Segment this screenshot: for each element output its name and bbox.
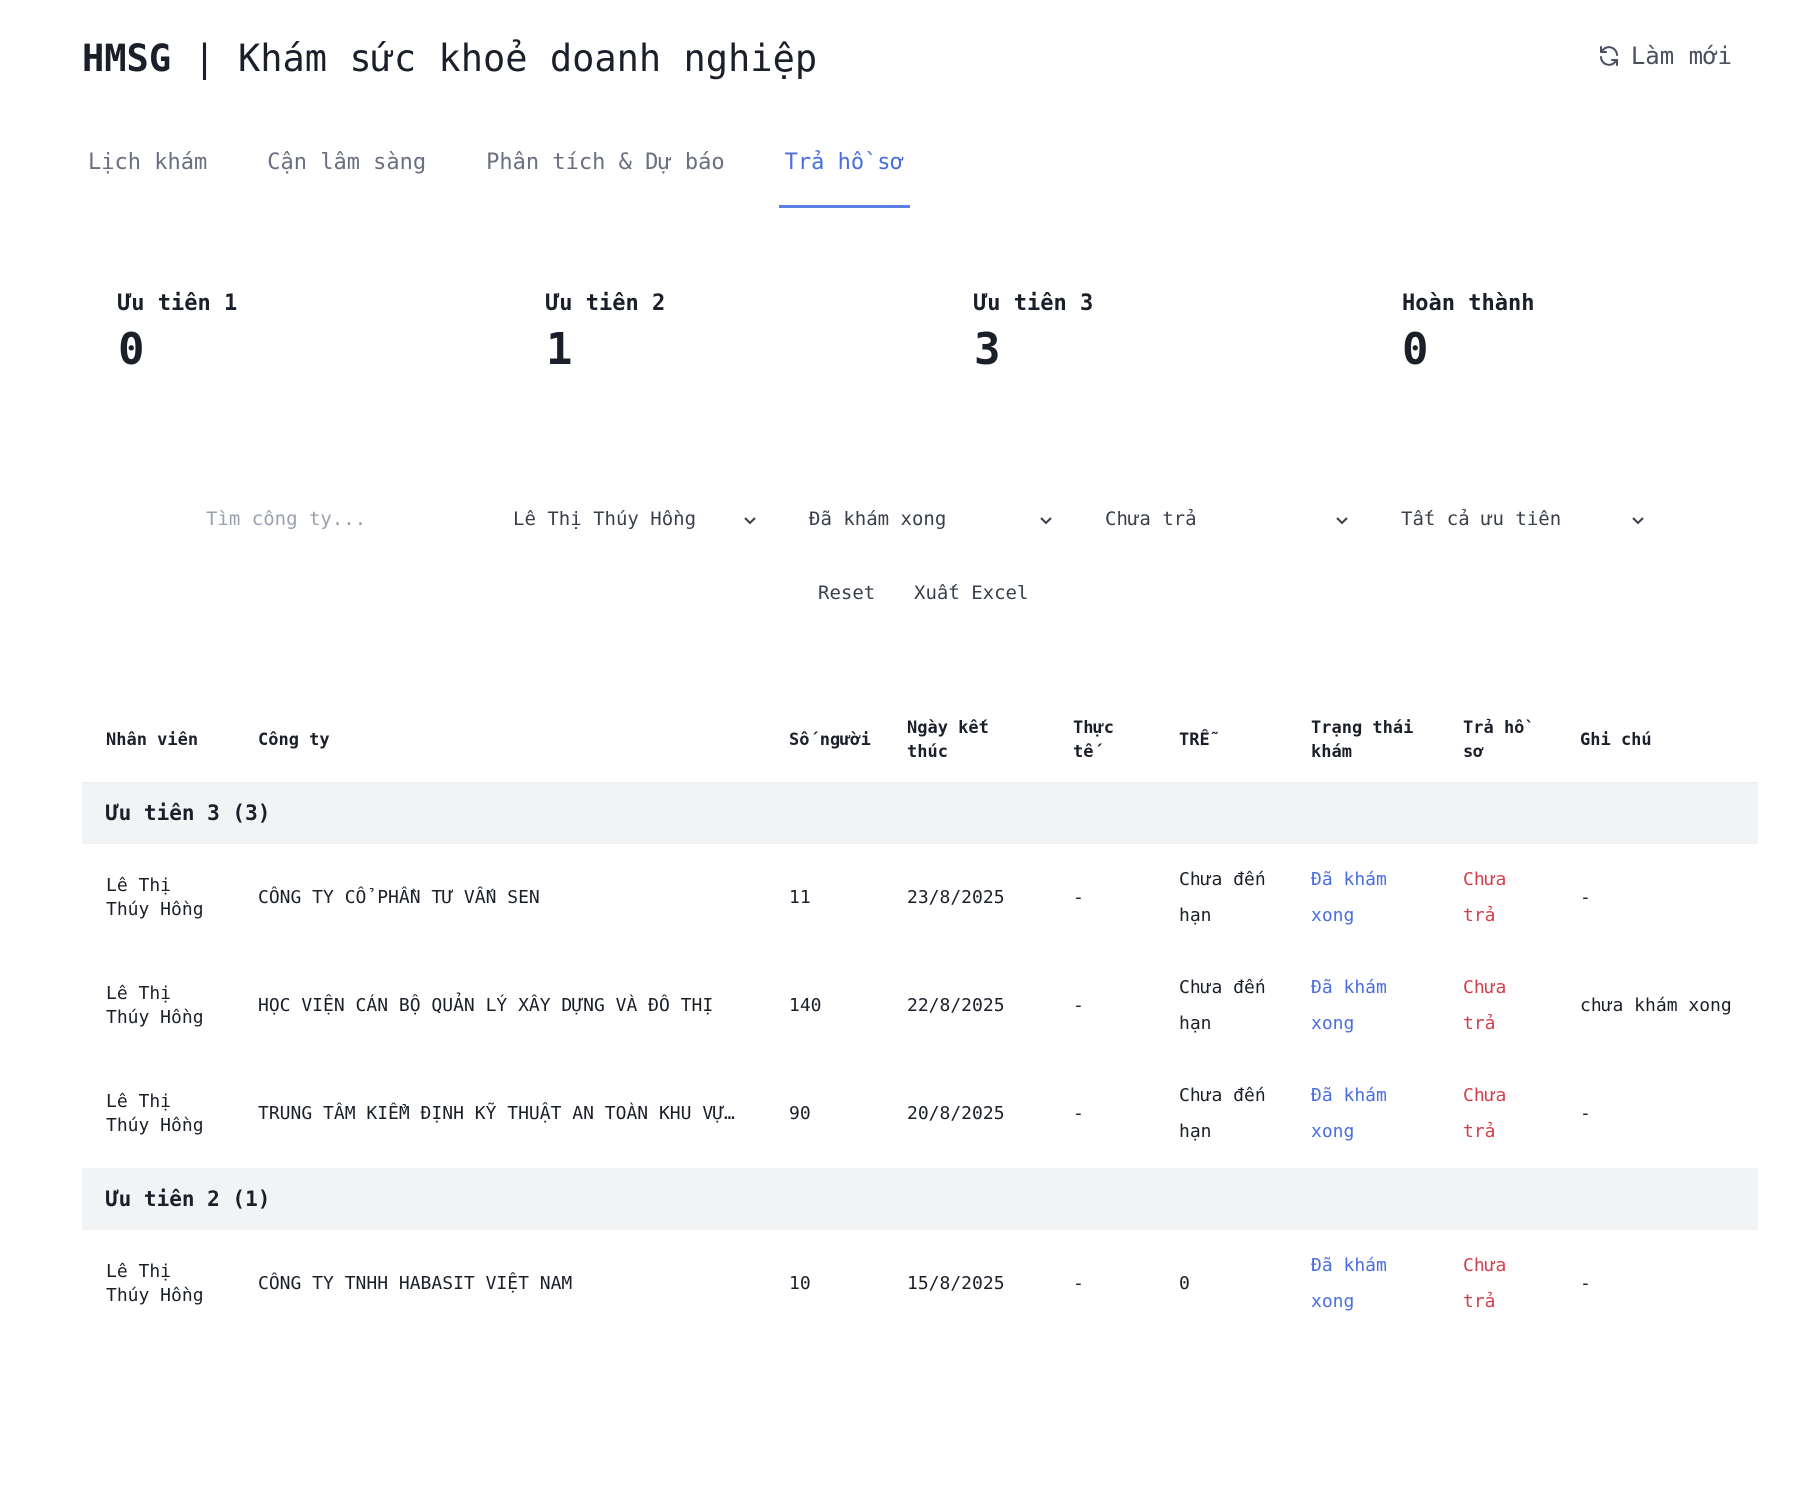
tab-can-lam-sang[interactable]: Cận lâm sàng	[261, 138, 432, 208]
stat-value: 3	[974, 324, 1001, 375]
col-header-people: Số người	[765, 698, 883, 783]
group-title: Ưu tiên 2 (1)	[82, 1168, 1758, 1230]
cell-late: Chưa đến hạn	[1179, 977, 1266, 1034]
col-header-note: Ghi chú	[1556, 698, 1758, 783]
group-row: Ưu tiên 2 (1)	[82, 1168, 1758, 1230]
table-row[interactable]: Lê Thị Thúy Hồng CÔNG TY TNHH HABASIT VI…	[82, 1230, 1758, 1338]
cell-late: 0	[1179, 1273, 1190, 1294]
cell-exam-status: Đã khám xong	[1311, 977, 1387, 1034]
cell-returned: Chưa trả	[1463, 1085, 1507, 1142]
cell-people: 140	[789, 995, 822, 1016]
title-separator: |	[193, 37, 216, 80]
stat-value: 0	[1402, 324, 1429, 375]
cell-staff: Lê Thị Thúy Hồng	[106, 875, 204, 920]
filter-bar: Tìm công ty... Lê Thị Thúy Hồng Đã khám …	[0, 508, 1813, 548]
col-header-late: TRỄ	[1155, 698, 1287, 783]
cell-returned: Chưa trả	[1463, 977, 1507, 1034]
tab-tra-ho-so[interactable]: Trả hồ sơ	[778, 138, 911, 208]
cell-note: -	[1580, 1103, 1591, 1124]
chevron-down-icon	[744, 517, 756, 525]
col-header-company: Công ty	[234, 698, 765, 783]
header: HMSG | Khám sức khoẻ doanh nghiệp Làm mớ…	[82, 36, 1732, 86]
cell-company: CÔNG TY CỔ PHẦN TƯ VẤN SEN	[258, 887, 540, 908]
stat-priority-1: Ưu tiên 1 0	[118, 290, 498, 378]
cell-end-date: 20/8/2025	[907, 1103, 1005, 1124]
stat-label: Ưu tiên 2	[546, 291, 666, 316]
cell-end-date: 15/8/2025	[907, 1273, 1005, 1294]
priority-select-value: Tất cả ưu tiên	[1401, 508, 1562, 530]
return-status-select-value: Chưa trả	[1105, 508, 1197, 530]
col-header-staff: Nhân viên	[82, 698, 234, 783]
cell-end-date: 23/8/2025	[907, 887, 1005, 908]
cell-staff: Lê Thị Thúy Hồng	[106, 983, 204, 1028]
records-table: Nhân viên Công ty Số người Ngày kết thúc…	[82, 698, 1758, 1338]
col-header-end-date: Ngày kết thúc	[883, 698, 1049, 783]
table-row[interactable]: Lê Thị Thúy Hồng CÔNG TY CỔ PHẦN TƯ VẤN …	[82, 844, 1758, 952]
stat-priority-2: Ưu tiên 2 1	[546, 290, 926, 378]
search-input[interactable]: Tìm công ty...	[206, 508, 466, 530]
tab-bar: Lịch khám Cận lâm sàng Phân tích & Dự bá…	[82, 138, 958, 208]
cell-actual: -	[1073, 1103, 1084, 1124]
cell-end-date: 22/8/2025	[907, 995, 1005, 1016]
cell-company: HỌC VIỆN CÁN BỘ QUẢN LÝ XÂY DỰNG VÀ ĐÔ T…	[258, 995, 714, 1016]
cell-exam-status: Đã khám xong	[1311, 1255, 1387, 1312]
stat-value: 0	[118, 324, 145, 375]
export-excel-button[interactable]: Xuất Excel	[914, 582, 1028, 604]
brand-name: HMSG	[82, 37, 172, 80]
cell-late: Chưa đến hạn	[1179, 869, 1266, 926]
stat-label: Ưu tiên 3	[974, 291, 1094, 316]
group-title: Ưu tiên 3 (3)	[82, 782, 1758, 844]
table-header-row: Nhân viên Công ty Số người Ngày kết thúc…	[82, 698, 1758, 783]
return-status-select[interactable]: Chưa trả	[1105, 508, 1350, 548]
page-title: HMSG | Khám sức khoẻ doanh nghiệp	[82, 36, 817, 82]
chevron-down-icon	[1632, 517, 1644, 525]
cell-late: Chưa đến hạn	[1179, 1085, 1266, 1142]
table-row[interactable]: Lê Thị Thúy Hồng HỌC VIỆN CÁN BỘ QUẢN LÝ…	[82, 952, 1758, 1060]
cell-people: 90	[789, 1103, 811, 1124]
refresh-button[interactable]: Làm mới	[1597, 42, 1732, 70]
exam-status-select[interactable]: Đã khám xong	[809, 508, 1054, 548]
stat-value: 1	[546, 324, 573, 375]
cell-actual: -	[1073, 887, 1084, 908]
refresh-icon	[1599, 46, 1618, 66]
col-header-exam-status: Trạng thái khám	[1287, 698, 1439, 783]
cell-staff: Lê Thị Thúy Hồng	[106, 1091, 204, 1136]
stat-priority-3: Ưu tiên 3 3	[974, 290, 1354, 378]
stat-label: Hoàn thành	[1402, 291, 1535, 316]
tab-lich-kham[interactable]: Lịch khám	[82, 138, 213, 208]
cell-exam-status: Đã khám xong	[1311, 1085, 1387, 1142]
exam-status-select-value: Đã khám xong	[809, 508, 947, 530]
table-row[interactable]: Lê Thị Thúy Hồng TRUNG TÂM KIỂM ĐỊNH KỸ …	[82, 1060, 1758, 1168]
app-title: Khám sức khoẻ doanh nghiệp	[237, 37, 818, 80]
stat-completed: Hoàn thành 0	[1402, 290, 1782, 378]
cell-company: TRUNG TÂM KIỂM ĐỊNH KỸ THUẬT AN TOÀN KHU…	[258, 1103, 735, 1124]
cell-actual: -	[1073, 995, 1084, 1016]
col-header-returned: Trả hồ sơ	[1439, 698, 1556, 783]
cell-actual: -	[1073, 1273, 1084, 1294]
chevron-down-icon	[1040, 517, 1052, 525]
cell-people: 10	[789, 1273, 811, 1294]
staff-select[interactable]: Lê Thị Thúy Hồng	[513, 508, 758, 548]
cell-people: 11	[789, 887, 811, 908]
stat-label: Ưu tiên 1	[118, 291, 238, 316]
cell-returned: Chưa trả	[1463, 869, 1507, 926]
stats-summary: Ưu tiên 1 0 Ưu tiên 2 1 Ưu tiên 3 3 Hoàn…	[118, 290, 1813, 390]
priority-select[interactable]: Tất cả ưu tiên	[1401, 508, 1646, 548]
col-header-actual: Thực tế	[1049, 698, 1155, 783]
cell-note: chưa khám xong	[1580, 995, 1732, 1016]
cell-note: -	[1580, 887, 1591, 908]
cell-exam-status: Đã khám xong	[1311, 869, 1387, 926]
cell-returned: Chưa trả	[1463, 1255, 1507, 1312]
cell-company: CÔNG TY TNHH HABASIT VIỆT NAM	[258, 1273, 573, 1294]
chevron-down-icon	[1336, 517, 1348, 525]
cell-staff: Lê Thị Thúy Hồng	[106, 1261, 204, 1306]
reset-button[interactable]: Reset	[818, 582, 875, 604]
cell-note: -	[1580, 1273, 1591, 1294]
group-row: Ưu tiên 3 (3)	[82, 782, 1758, 844]
refresh-label: Làm mới	[1630, 42, 1732, 70]
staff-select-value: Lê Thị Thúy Hồng	[513, 508, 697, 530]
tab-phan-tich-du-bao[interactable]: Phân tích & Dự báo	[480, 138, 730, 208]
